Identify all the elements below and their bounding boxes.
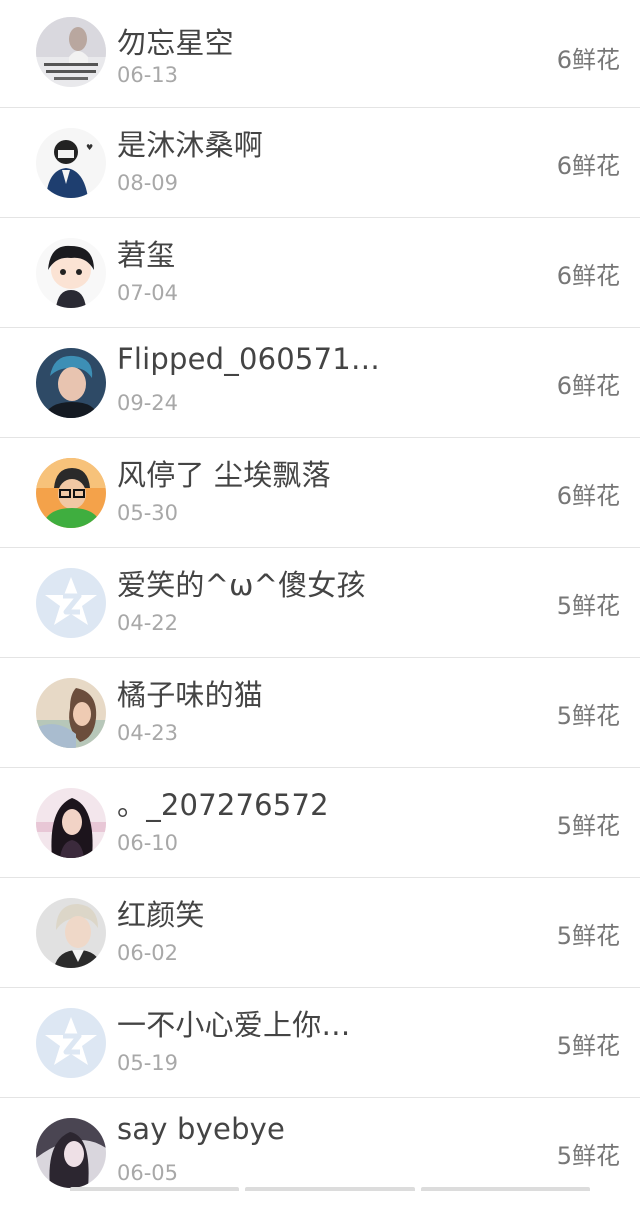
list-item[interactable]: 一不小心爱上你… 05-19 5鲜花 <box>0 987 640 1097</box>
list-item[interactable]: 橘子味的猫 04-23 5鲜花 <box>0 657 640 767</box>
flower-count: 5鲜花 <box>556 1032 620 1060</box>
date-label: 08-09 <box>117 171 179 195</box>
tab-indicator-segment <box>245 1187 415 1191</box>
photo-avatar-icon <box>36 898 106 968</box>
date-label: 07-04 <box>117 281 179 305</box>
date-label: 04-22 <box>117 611 179 635</box>
flower-count: 6鲜花 <box>556 482 620 510</box>
photo-avatar-icon: ♥ <box>36 128 106 198</box>
user-name: 是沐沐桑啊 <box>117 128 264 162</box>
user-name: 红颜笑 <box>117 898 205 932</box>
user-name: 勿忘星空 <box>117 26 234 60</box>
user-name: 莙玺 <box>117 238 176 272</box>
user-avatar[interactable] <box>36 898 106 968</box>
tab-indicator-segment <box>420 1187 590 1191</box>
list-item[interactable]: 爱笑的^ω^傻女孩 04-22 5鲜花 <box>0 547 640 657</box>
default-avatar-icon <box>36 568 106 638</box>
flower-count: 6鲜花 <box>556 262 620 290</box>
photo-avatar-icon <box>36 1118 106 1188</box>
user-avatar[interactable] <box>36 568 106 638</box>
list-item[interactable]: 红颜笑 06-02 5鲜花 <box>0 877 640 987</box>
tab-indicator-segment <box>70 1187 240 1191</box>
user-avatar[interactable] <box>36 17 106 87</box>
list-item[interactable]: Flipped_060571… 09-24 6鲜花 <box>0 327 640 437</box>
date-label: 06-13 <box>117 63 179 87</box>
photo-avatar-icon <box>36 458 106 528</box>
user-name: say byebye <box>117 1112 286 1146</box>
date-label: 06-10 <box>117 831 179 855</box>
svg-text:♥: ♥ <box>86 143 93 152</box>
user-avatar[interactable] <box>36 788 106 858</box>
date-label: 06-05 <box>117 1161 179 1185</box>
bottom-tab-indicator <box>70 1187 590 1191</box>
user-avatar[interactable] <box>36 678 106 748</box>
user-name: 风停了 尘埃飘落 <box>117 458 331 492</box>
date-label: 09-24 <box>117 391 179 415</box>
date-label: 06-02 <box>117 941 179 965</box>
user-avatar[interactable]: ♥ <box>36 128 106 198</box>
user-avatar[interactable] <box>36 458 106 528</box>
flower-count: 6鲜花 <box>556 152 620 180</box>
photo-avatar-icon <box>36 348 106 418</box>
flower-count: 6鲜花 <box>556 372 620 400</box>
flower-count: 5鲜花 <box>556 1142 620 1170</box>
user-avatar[interactable] <box>36 348 106 418</box>
default-avatar-icon <box>36 1008 106 1078</box>
user-name: Flipped_060571… <box>117 342 381 376</box>
flower-count: 5鲜花 <box>556 592 620 620</box>
list-item[interactable]: ♥ 是沐沐桑啊 08-09 6鲜花 <box>0 107 640 217</box>
user-name: 爱笑的^ω^傻女孩 <box>117 568 366 602</box>
supporter-list: 勿忘星空 06-13 6鲜花 ♥ 是沐沐桑啊 08-09 6鲜花 莙玺 07-0… <box>0 0 640 1207</box>
user-avatar[interactable] <box>36 238 106 308</box>
user-name: 。_207276572 <box>117 788 329 822</box>
list-item[interactable]: 。_207276572 06-10 5鲜花 <box>0 767 640 877</box>
flower-count: 6鲜花 <box>556 46 620 74</box>
photo-avatar-icon <box>36 678 106 748</box>
user-name: 一不小心爱上你… <box>117 1008 351 1042</box>
user-avatar[interactable] <box>36 1008 106 1078</box>
list-item[interactable]: 勿忘星空 06-13 6鲜花 <box>0 0 640 107</box>
user-avatar[interactable] <box>36 1118 106 1188</box>
photo-avatar-icon <box>36 238 106 308</box>
photo-avatar-icon <box>36 17 106 87</box>
date-label: 05-30 <box>117 501 179 525</box>
flower-count: 5鲜花 <box>556 702 620 730</box>
list-item[interactable]: 莙玺 07-04 6鲜花 <box>0 217 640 327</box>
user-name: 橘子味的猫 <box>117 678 264 712</box>
flower-count: 5鲜花 <box>556 812 620 840</box>
date-label: 04-23 <box>117 721 179 745</box>
list-item[interactable]: 风停了 尘埃飘落 05-30 6鲜花 <box>0 437 640 547</box>
flower-count: 5鲜花 <box>556 922 620 950</box>
date-label: 05-19 <box>117 1051 179 1075</box>
photo-avatar-icon <box>36 788 106 858</box>
